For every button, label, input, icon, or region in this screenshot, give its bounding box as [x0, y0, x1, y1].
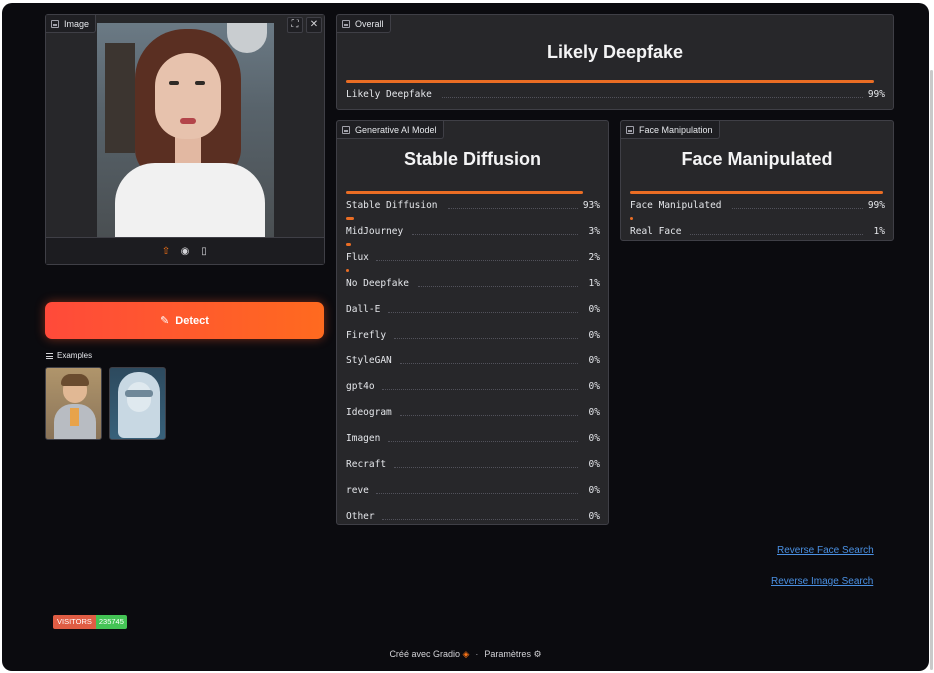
example-silver-hair-visor[interactable] — [109, 367, 166, 440]
confidence-bar — [630, 217, 633, 220]
page-scrollbar[interactable] — [930, 70, 933, 670]
leader-dots — [690, 234, 863, 235]
leader-dots — [400, 415, 578, 417]
label-row-name: Recraft — [346, 459, 387, 470]
label-row-percent: 99% — [867, 89, 885, 100]
generative-model-block-label: Generative AI Model — [337, 121, 444, 139]
webcam-icon[interactable]: ◉ — [180, 246, 191, 257]
label-row-percent: 0% — [588, 484, 600, 496]
label-row-name: reve — [346, 484, 369, 496]
app-window: Image ⛶ ✕ ⇧ ◉ ▯ ✎ Detect Examples Overal… — [2, 3, 929, 671]
leader-dots — [448, 208, 578, 209]
face-manipulation-title: Face Manipulated — [681, 149, 833, 169]
label-row-name: Imagen — [346, 433, 381, 445]
visitors-badge: VISITORS 235745 — [53, 615, 127, 629]
leader-dots — [412, 233, 578, 235]
overall-title: Likely Deepfake — [546, 42, 684, 62]
confidence-bar — [346, 216, 354, 220]
leader-dots — [388, 441, 578, 443]
label-icon — [342, 19, 350, 28]
gradio-logo-icon: ◈ — [462, 649, 470, 659]
footer: Créé avec Gradio ◈ · Paramètres ⚙ — [2, 649, 929, 660]
leader-dots — [442, 97, 863, 98]
confidence-bar — [346, 191, 584, 194]
generative-model-block: Generative AI Model Stable Diffusion Sta… — [336, 120, 609, 525]
label-row-percent: 2% — [588, 251, 600, 263]
label-row-name: Dall-E — [346, 303, 381, 315]
leader-dots — [376, 492, 578, 494]
uploaded-photo — [97, 23, 274, 237]
leader-dots — [376, 259, 578, 261]
reverse-image-search-link[interactable]: Reverse Image Search — [771, 576, 873, 587]
label-icon — [342, 125, 350, 134]
leader-dots — [394, 337, 578, 339]
label-row-percent: 0% — [588, 407, 600, 419]
label-row-name: StyleGAN — [346, 355, 392, 367]
confidence-bar — [346, 268, 349, 272]
fullscreen-icon[interactable]: ⛶ — [287, 17, 303, 33]
detect-button[interactable]: ✎ Detect — [45, 302, 324, 339]
label-row-percent: 0% — [588, 510, 600, 522]
overall-block-label: Overall — [337, 15, 391, 33]
image-preview — [46, 15, 324, 237]
settings-link[interactable]: Paramètres ⚙ — [484, 649, 541, 660]
label-row-name: gpt4o — [346, 381, 375, 393]
leader-dots — [394, 467, 578, 468]
generative-model-title: Stable Diffusion — [403, 149, 541, 169]
examples-label: Examples — [46, 351, 92, 360]
leader-dots — [400, 363, 578, 365]
confidence-bar — [346, 80, 874, 83]
label-row-percent: 0% — [588, 355, 600, 367]
leader-dots — [382, 389, 578, 391]
label-row-name: MidJourney — [346, 225, 404, 237]
leader-dots — [732, 208, 863, 209]
label-row-name: No Deepfake — [346, 277, 409, 289]
clipboard-icon[interactable]: ▯ — [199, 246, 210, 257]
image-source-toolbar: ⇧ ◉ ▯ — [46, 237, 324, 264]
built-with-gradio-link[interactable]: Créé avec Gradio ◈ — [389, 649, 469, 660]
example-child-ice-cream[interactable] — [45, 367, 102, 440]
label-row-name: Face Manipulated — [630, 200, 722, 211]
confidence-bar — [630, 191, 884, 194]
confidence-bar — [346, 242, 352, 246]
image-block-label: Image — [46, 15, 97, 33]
label-row-percent: 0% — [588, 303, 600, 315]
label-icon — [626, 125, 634, 134]
magic-wand-icon: ✎ — [160, 315, 170, 327]
list-icon — [46, 352, 53, 359]
label-row-name: Flux — [346, 251, 369, 263]
label-row-percent: 99% — [867, 200, 885, 211]
gear-icon: ⚙ — [533, 649, 542, 659]
label-row-percent: 1% — [588, 277, 600, 289]
label-row-percent: 1% — [873, 226, 885, 237]
leader-dots — [388, 311, 578, 313]
label-row-percent: 0% — [588, 433, 600, 445]
footer-separator: · — [475, 649, 479, 659]
label-row-percent: 0% — [588, 329, 600, 341]
face-manipulation-block: Face Manipulation Face Manipulated Face … — [620, 120, 894, 241]
label-row-percent: 0% — [588, 381, 600, 393]
label-row-percent: 3% — [588, 225, 600, 237]
leader-dots — [382, 518, 578, 520]
image-icon — [51, 19, 59, 28]
image-input-block[interactable]: Image ⛶ ✕ ⇧ ◉ ▯ — [45, 14, 325, 265]
label-row-name: Real Face — [630, 226, 682, 237]
close-icon[interactable]: ✕ — [306, 17, 322, 33]
leader-dots — [418, 285, 578, 287]
overall-label-block: Overall Likely Deepfake Likely Deepfake 9… — [336, 14, 894, 110]
label-row-percent: 0% — [588, 459, 600, 470]
label-row-name: Likely Deepfake — [346, 89, 432, 100]
reverse-face-search-link[interactable]: Reverse Face Search — [777, 545, 874, 556]
face-manipulation-block-label: Face Manipulation — [621, 121, 720, 139]
label-row-name: Firefly — [346, 329, 387, 341]
label-row-percent: 93% — [582, 200, 600, 211]
upload-icon[interactable]: ⇧ — [161, 246, 172, 257]
label-row-name: Stable Diffusion — [346, 200, 438, 211]
label-row-name: Ideogram — [346, 407, 392, 419]
label-row-name: Other — [346, 510, 375, 522]
